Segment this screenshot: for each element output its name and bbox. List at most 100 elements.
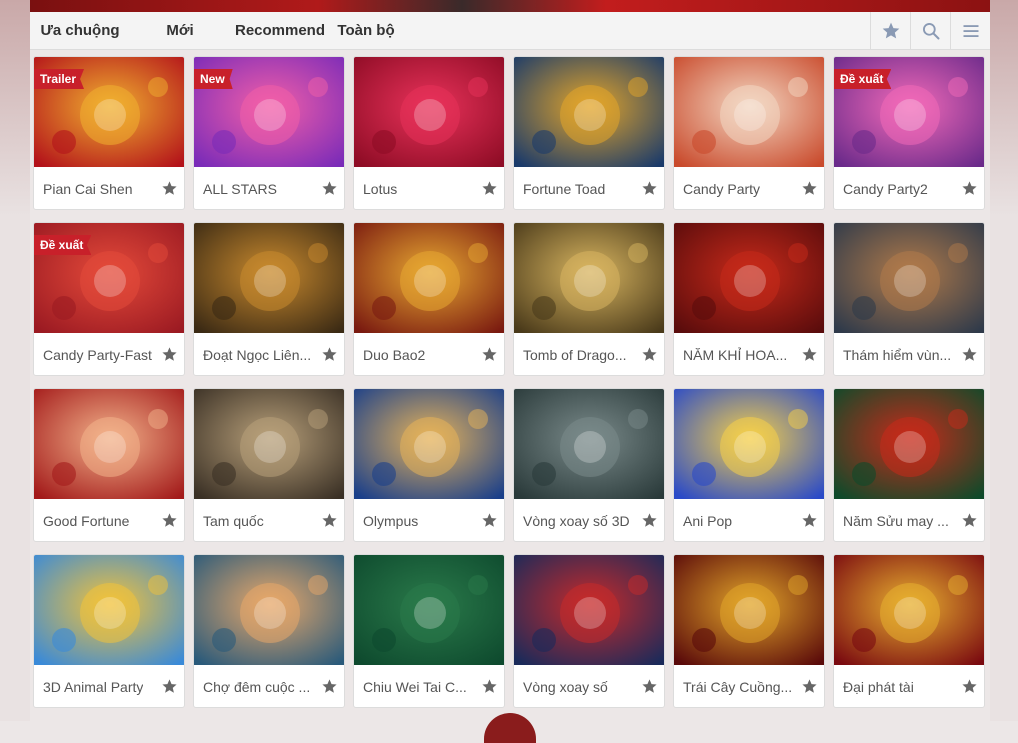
tab-label: Recommend	[234, 22, 326, 39]
game-card[interactable]: Thám hiểm vùn...	[833, 222, 985, 376]
game-thumbnail[interactable]	[194, 555, 344, 665]
favorite-star-icon[interactable]	[480, 678, 498, 696]
favorite-star-icon[interactable]	[320, 346, 338, 364]
game-card-footer: ALL STARS	[194, 167, 344, 209]
chick-icon	[674, 389, 824, 499]
favorite-star-icon[interactable]	[800, 346, 818, 364]
favorite-star-icon[interactable]	[480, 346, 498, 364]
favorite-star-icon[interactable]	[480, 180, 498, 198]
game-card[interactable]: NĂM KHỈ HOA...	[673, 222, 825, 376]
game-thumbnail[interactable]	[194, 389, 344, 499]
panda-icon	[34, 555, 184, 665]
favorite-star-icon[interactable]	[160, 512, 178, 530]
search-button[interactable]	[910, 11, 950, 50]
fortune-kids-icon	[34, 389, 184, 499]
game-card-footer: Đại phát tài	[834, 665, 984, 707]
favorite-star-icon[interactable]	[160, 346, 178, 364]
game-thumbnail[interactable]: Trailer	[34, 57, 184, 167]
game-card[interactable]: Good Fortune	[33, 388, 185, 542]
favorite-star-icon[interactable]	[320, 512, 338, 530]
game-name: Vòng xoay số	[523, 678, 608, 695]
game-card[interactable]: Trailer Pian Cai Shen	[33, 56, 185, 210]
game-card[interactable]: 3D Animal Party	[33, 554, 185, 708]
game-thumbnail[interactable]	[354, 389, 504, 499]
favorite-star-icon[interactable]	[640, 180, 658, 198]
game-card[interactable]: Fortune Toad	[513, 56, 665, 210]
favorite-star-icon[interactable]	[960, 180, 978, 198]
game-card[interactable]: Vòng xoay số 3D	[513, 388, 665, 542]
favorite-star-icon[interactable]	[960, 678, 978, 696]
game-card-footer: Vòng xoay số 3D	[514, 499, 664, 541]
favorite-star-icon[interactable]	[800, 180, 818, 198]
favorite-star-icon[interactable]	[640, 512, 658, 530]
favorite-star-icon[interactable]	[320, 678, 338, 696]
favorite-star-icon[interactable]	[960, 346, 978, 364]
game-thumbnail[interactable]	[514, 223, 664, 333]
game-thumbnail[interactable]	[194, 223, 344, 333]
game-thumbnail[interactable]	[514, 389, 664, 499]
game-card[interactable]: Vòng xoay số	[513, 554, 665, 708]
game-thumbnail[interactable]	[354, 57, 504, 167]
game-thumbnail[interactable]	[34, 555, 184, 665]
game-card[interactable]: Ani Pop	[673, 388, 825, 542]
favorite-star-icon[interactable]	[320, 180, 338, 198]
game-thumbnail[interactable]	[674, 57, 824, 167]
game-thumbnail[interactable]	[834, 223, 984, 333]
game-thumbnail[interactable]	[674, 223, 824, 333]
game-card[interactable]: Candy Party	[673, 56, 825, 210]
favorite-star-icon[interactable]	[960, 512, 978, 530]
game-card[interactable]: Đại phát tài	[833, 554, 985, 708]
page-background-left	[0, 0, 30, 721]
favorite-star-icon[interactable]	[160, 678, 178, 696]
game-name: Candy Party	[683, 180, 761, 197]
game-card-footer: Năm Sửu may ...	[834, 499, 984, 541]
game-thumbnail[interactable]	[834, 389, 984, 499]
game-card[interactable]: Đoạt Ngọc Liên...	[193, 222, 345, 376]
game-card[interactable]: Chợ đêm cuộc ...	[193, 554, 345, 708]
game-thumbnail[interactable]: Đề xuất	[834, 57, 984, 167]
favorite-star-icon[interactable]	[640, 678, 658, 696]
game-name: Đại phát tài	[843, 678, 914, 695]
game-card-footer: Olympus	[354, 499, 504, 541]
game-thumbnail[interactable]: New	[194, 57, 344, 167]
scroll-top-handle[interactable]	[484, 713, 536, 743]
game-name: Pian Cai Shen	[43, 180, 133, 197]
favorite-star-icon[interactable]	[800, 678, 818, 696]
game-badge: Đề xuất	[834, 69, 892, 89]
game-thumbnail[interactable]	[514, 555, 664, 665]
game-thumbnail[interactable]: Đề xuất	[34, 223, 184, 333]
game-card[interactable]: Tomb of Drago...	[513, 222, 665, 376]
game-thumbnail[interactable]	[834, 555, 984, 665]
favorites-filter-button[interactable]	[870, 11, 910, 50]
tab-recommend[interactable]: Recommend	[230, 12, 330, 50]
favorite-star-icon[interactable]	[480, 512, 498, 530]
game-thumbnail[interactable]	[674, 555, 824, 665]
favorite-star-icon[interactable]	[160, 180, 178, 198]
game-card[interactable]: Duo Bao2	[353, 222, 505, 376]
tab-favorite[interactable]: Ưa chuộng	[30, 12, 130, 50]
game-card[interactable]: Năm Sửu may ...	[833, 388, 985, 542]
game-badge: Đề xuất	[34, 235, 92, 255]
game-thumbnail[interactable]	[354, 223, 504, 333]
list-view-button[interactable]	[950, 11, 990, 50]
game-thumbnail[interactable]	[674, 389, 824, 499]
menu-icon	[963, 24, 978, 37]
gem-icon	[194, 223, 344, 333]
game-card[interactable]: Lotus	[353, 56, 505, 210]
favorite-star-icon[interactable]	[800, 512, 818, 530]
gold-pot-icon	[834, 555, 984, 665]
game-card[interactable]: New ALL STARS	[193, 56, 345, 210]
game-thumbnail[interactable]	[514, 57, 664, 167]
game-name: Năm Sửu may ...	[843, 512, 949, 529]
game-thumbnail[interactable]	[354, 555, 504, 665]
game-card[interactable]: Trái Cây Cuồng...	[673, 554, 825, 708]
game-card[interactable]: Olympus	[353, 388, 505, 542]
game-thumbnail[interactable]	[34, 389, 184, 499]
game-card[interactable]: Đề xuất Candy Party-Fast	[33, 222, 185, 376]
tab-all[interactable]: Toàn bộ	[330, 12, 402, 50]
tab-new[interactable]: Mới	[130, 12, 230, 50]
game-card[interactable]: Chiu Wei Tai C...	[353, 554, 505, 708]
game-card[interactable]: Tam quốc	[193, 388, 345, 542]
favorite-star-icon[interactable]	[640, 346, 658, 364]
game-card[interactable]: Đề xuất Candy Party2	[833, 56, 985, 210]
